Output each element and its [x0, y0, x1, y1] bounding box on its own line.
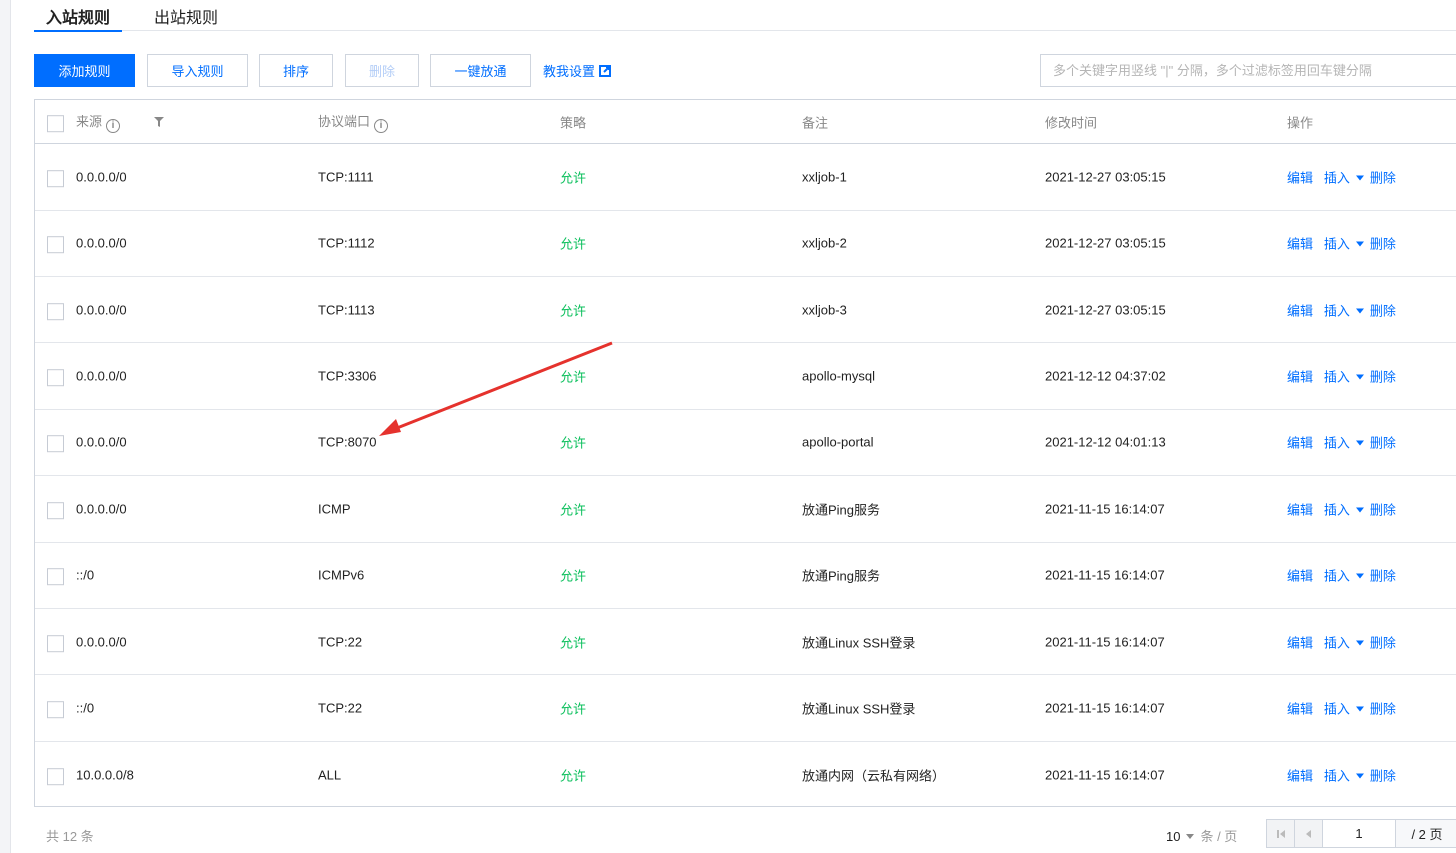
annotation-arrow: [379, 341, 613, 436]
